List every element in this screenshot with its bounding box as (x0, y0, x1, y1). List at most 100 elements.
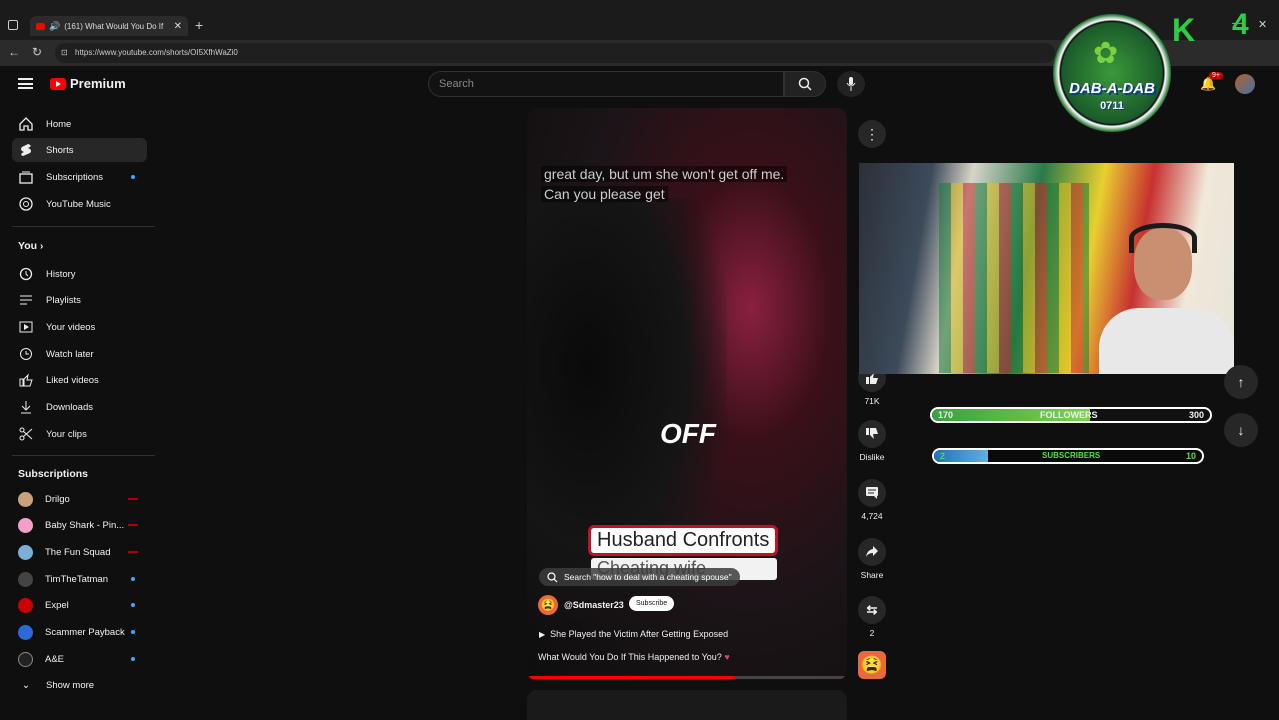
browser-tab[interactable]: 🔊 (161) What Would You Do If ✕ (30, 16, 188, 36)
search-suggestion-chip[interactable]: Search "how to deal with a cheating spou… (539, 568, 740, 586)
sidebar-item-label: History (46, 268, 76, 280)
previous-short-button[interactable]: ↑ (1224, 365, 1258, 399)
url-text: https://www.youtube.com/shorts/OI5XfhWaZ… (75, 48, 238, 57)
reload-icon[interactable]: ↻ (32, 45, 42, 59)
sidebar-item-label: Playlists (46, 294, 81, 306)
close-window-icon[interactable]: ✕ (1258, 18, 1267, 31)
subscribers-current: 2 (940, 451, 946, 461)
new-content-dot (131, 630, 135, 634)
sidebar-sub-timthetatman[interactable]: TimTheTatman (12, 567, 147, 591)
subscribers-goal-bar: 2 SUBSCRIBERS 10 (932, 448, 1204, 464)
menu-icon[interactable] (18, 78, 33, 89)
close-tab-icon[interactable]: ✕ (174, 21, 182, 32)
chevron-down-icon: ⌄ (21, 679, 31, 691)
sidebar-item-shorts[interactable]: Shorts (12, 138, 147, 162)
video-description: What Would You Do If This Happened to Yo… (538, 652, 730, 662)
sidebar-item-history[interactable]: History (12, 262, 147, 286)
new-content-dot (131, 175, 135, 179)
channel-name[interactable]: @Sdmaster23 (564, 600, 624, 610)
sidebar-item-watch-later[interactable]: Watch later (12, 342, 147, 366)
sidebar-item-your-videos[interactable]: Your videos (12, 315, 147, 339)
channel-avatar[interactable]: 😫 (538, 595, 558, 615)
logo-subtext: 0711 (1100, 100, 1124, 112)
comments-button[interactable]: 4,724 (856, 479, 888, 521)
show-more-label: Show more (46, 679, 95, 691)
sidebar-item-label: A&E (45, 653, 65, 665)
video-subject (527, 198, 727, 618)
new-tab-icon[interactable]: + (195, 17, 203, 33)
progress-track[interactable] (527, 676, 847, 679)
sidebar-item-label: Subscriptions (46, 171, 104, 183)
tapestry (939, 183, 1089, 373)
watch-later-icon (18, 346, 34, 362)
playlist-title: She Played the Victim After Getting Expo… (550, 629, 729, 639)
sidebar-sub-the-fun-squad[interactable]: The Fun Squad (12, 540, 147, 564)
dab-a-dab-logo: ✿ DAB-A-DAB 0711 (1053, 14, 1171, 132)
dislike-button[interactable]: Dislike (856, 420, 888, 462)
avatar[interactable] (1235, 74, 1255, 94)
short-video-player[interactable]: great day, but um she won't get off me. … (527, 108, 847, 680)
video-center-text: OFF (660, 418, 716, 449)
sidebar-item-subscriptions[interactable]: Subscriptions (12, 165, 147, 189)
site-info-icon[interactable]: ⊡ (61, 43, 68, 63)
youtube-play-icon (50, 77, 66, 90)
sidebar-divider (12, 455, 155, 456)
sidebar-sub-drilgo[interactable]: Drilgo (12, 487, 147, 511)
speaker-icon[interactable]: 🔊 (49, 21, 60, 32)
sound-thumbnail[interactable]: 😫 (858, 651, 886, 679)
channel-avatar (18, 491, 33, 507)
notification-badge: 9+ (1209, 72, 1223, 79)
sidebar-item-label: Your clips (46, 428, 87, 440)
show-more-button[interactable]: ⌄ Show more (12, 673, 147, 697)
followers-goal-bar: 170 FOLLOWERS 300 (930, 407, 1212, 423)
you-heading[interactable]: You › (18, 240, 43, 252)
new-content-dot (131, 577, 135, 581)
back-icon[interactable]: ← (8, 45, 20, 59)
search-placeholder: Search (439, 78, 474, 90)
leaf-icon: ✿ (1093, 37, 1119, 70)
remix-button[interactable]: ⇆ 2 (856, 596, 888, 638)
remix-count: 2 (869, 628, 875, 638)
sidebar-sub-scammer-payback[interactable]: Scammer Payback (12, 620, 147, 644)
sidebar-item-home[interactable]: Home (12, 112, 147, 136)
more-options-button[interactable]: ⋮ (856, 120, 888, 152)
clips-icon (18, 426, 34, 442)
sidebar-item-label: Your videos (46, 321, 96, 333)
next-short-preview[interactable] (527, 690, 847, 720)
tab-actions-icon[interactable] (8, 20, 18, 30)
chevron-right-icon: › (39, 241, 44, 252)
search-button[interactable] (784, 71, 826, 97)
sidebar-item-label: Drilgo (45, 493, 70, 505)
playlists-icon (18, 292, 34, 308)
youtube-favicon-icon (36, 22, 45, 30)
playlist-link[interactable]: ▶ She Played the Victim After Getting Ex… (539, 629, 728, 639)
sidebar-item-youtube-music[interactable]: YouTube Music (12, 192, 147, 216)
sidebar-item-label: Liked videos (46, 374, 99, 386)
sidebar-item-your-clips[interactable]: Your clips (12, 422, 147, 446)
sidebar-item-downloads[interactable]: Downloads (12, 395, 147, 419)
brand-label: Premium (70, 76, 126, 91)
sidebar-sub-baby-shark[interactable]: Baby Shark - Pin... (12, 513, 147, 537)
sidebar-sub-expel[interactable]: Expel (12, 593, 147, 617)
sidebar-item-label: Home (46, 118, 72, 130)
subscribe-button[interactable]: Subscribe (629, 596, 675, 611)
followers-label: FOLLOWERS (1040, 410, 1098, 420)
sidebar-item-playlists[interactable]: Playlists (12, 288, 147, 312)
new-content-dot (131, 603, 135, 607)
subscriptions-icon (18, 169, 34, 185)
dislike-label: Dislike (859, 452, 885, 462)
share-button[interactable]: Share (856, 538, 888, 580)
tab-title: (161) What Would You Do If (64, 21, 164, 31)
youtube-logo[interactable]: Premium (50, 76, 126, 91)
sidebar-item-label: Downloads (46, 401, 93, 413)
subscribers-label: SUBSCRIBERS (1042, 451, 1101, 460)
url-field[interactable]: ⊡ https://www.youtube.com/shorts/OI5XfhW… (55, 43, 1055, 63)
remix-icon: ⇆ (858, 596, 886, 624)
next-short-button[interactable]: ↓ (1224, 413, 1258, 447)
sidebar-item-label: Baby Shark - Pin... (45, 519, 125, 531)
streamer (1089, 223, 1234, 374)
sidebar-item-liked-videos[interactable]: Liked videos (12, 368, 147, 392)
search-input[interactable]: Search (428, 71, 784, 97)
voice-search-button[interactable] (837, 71, 865, 97)
sidebar-sub-a-and-e[interactable]: A&E (12, 647, 147, 671)
